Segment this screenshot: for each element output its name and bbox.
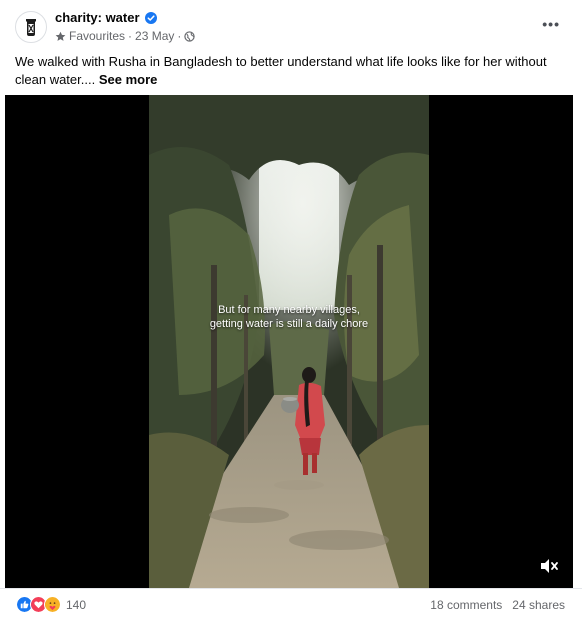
- see-more-link[interactable]: See more: [99, 72, 158, 87]
- star-icon: [55, 31, 66, 41]
- subtitle-line: But for many nearby villages,: [218, 304, 360, 316]
- comments-count[interactable]: 18 comments: [430, 598, 502, 612]
- verified-badge-icon: [144, 11, 157, 24]
- video-player[interactable]: But for many nearby villages, getting wa…: [5, 95, 573, 588]
- post-date[interactable]: 23 May: [135, 29, 174, 43]
- post-meta: Favourites · 23 May ·: [55, 29, 196, 43]
- globe-icon: [184, 30, 196, 42]
- meta-separator: ·: [177, 29, 182, 43]
- reactions-summary[interactable]: 140: [16, 596, 86, 613]
- post-header: charity: water Favourites · 23 May · •••: [0, 0, 582, 50]
- post-footer: 140 18 comments 24 shares: [0, 588, 582, 619]
- charity-water-logo-icon: [26, 19, 36, 36]
- facebook-post: charity: water Favourites · 23 May · •••…: [0, 0, 582, 618]
- page-avatar[interactable]: [15, 11, 47, 43]
- caption-text: We walked with Rusha in Bangladesh to be…: [15, 54, 547, 87]
- video-frame: But for many nearby villages, getting wa…: [149, 95, 429, 588]
- more-options-button[interactable]: •••: [542, 16, 560, 32]
- meta-separator: ·: [128, 29, 133, 43]
- video-subtitle: But for many nearby villages, getting wa…: [149, 303, 429, 331]
- mute-icon: [541, 559, 558, 573]
- subtitle-line: getting water is still a daily chore: [209, 318, 369, 330]
- audience-label[interactable]: Favourites: [69, 29, 125, 43]
- mute-button[interactable]: [537, 554, 561, 578]
- care-reaction-icon: [44, 596, 61, 613]
- video-scene-image: [149, 95, 429, 588]
- page-name[interactable]: charity: water: [55, 10, 140, 25]
- reaction-count[interactable]: 140: [66, 598, 86, 612]
- shares-count[interactable]: 24 shares: [512, 598, 565, 612]
- page-name-row: charity: water: [55, 10, 157, 25]
- engagement-counts: 18 comments 24 shares: [430, 598, 565, 612]
- post-caption: We walked with Rusha in Bangladesh to be…: [15, 53, 565, 89]
